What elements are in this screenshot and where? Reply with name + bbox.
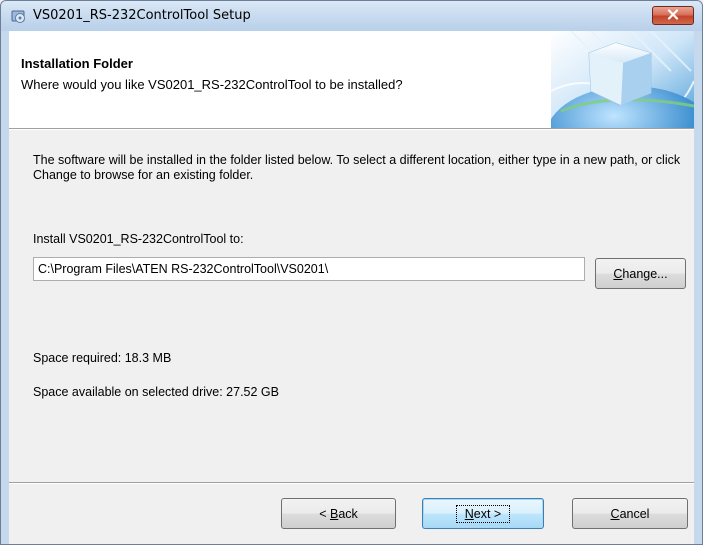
change-mnemonic: C: [613, 266, 623, 281]
close-icon: [667, 8, 679, 23]
space-required-text: Space required: 18.3 MB: [33, 351, 172, 365]
banner-subtitle: Where would you like VS0201_RS-232Contro…: [21, 77, 403, 92]
back-prefix: <: [319, 506, 330, 521]
next-label: ext >: [473, 506, 502, 521]
change-label: hange...: [622, 266, 668, 281]
header-banner: Installation Folder Where would you like…: [9, 30, 702, 186]
space-available-text: Space available on selected drive: 27.52…: [33, 385, 279, 399]
banner-divider-highlight: [9, 129, 694, 130]
change-button[interactable]: Change...: [595, 258, 686, 289]
cancel-mnemonic: C: [610, 506, 620, 521]
back-mnemonic: B: [329, 506, 339, 521]
close-button[interactable]: [652, 6, 694, 25]
footer-divider-highlight: [9, 483, 694, 484]
description-text: The software will be installed in the fo…: [33, 153, 681, 182]
install-path-input[interactable]: [33, 257, 585, 281]
cancel-label: ancel: [619, 506, 650, 521]
title-bar[interactable]: VS0201_RS-232ControlTool Setup: [1, 1, 702, 31]
back-button[interactable]: < Back: [281, 498, 396, 529]
dialog-client-area: Installation Folder Where would you like…: [9, 30, 702, 544]
setup-window: VS0201_RS-232ControlTool Setup Installat…: [0, 0, 703, 545]
window-title: VS0201_RS-232ControlTool Setup: [33, 8, 251, 23]
next-mnemonic: N: [464, 506, 474, 521]
cancel-button[interactable]: Cancel: [572, 498, 688, 529]
banner-title: Installation Folder: [21, 56, 133, 71]
installer-icon: [11, 8, 27, 24]
next-button[interactable]: Next >: [422, 498, 544, 529]
install-path-label: Install VS0201_RS-232ControlTool to:: [33, 232, 244, 246]
next-focus-rect: Next >: [455, 504, 511, 523]
globe-cube-icon: [546, 30, 702, 186]
back-label: ack: [338, 506, 358, 521]
